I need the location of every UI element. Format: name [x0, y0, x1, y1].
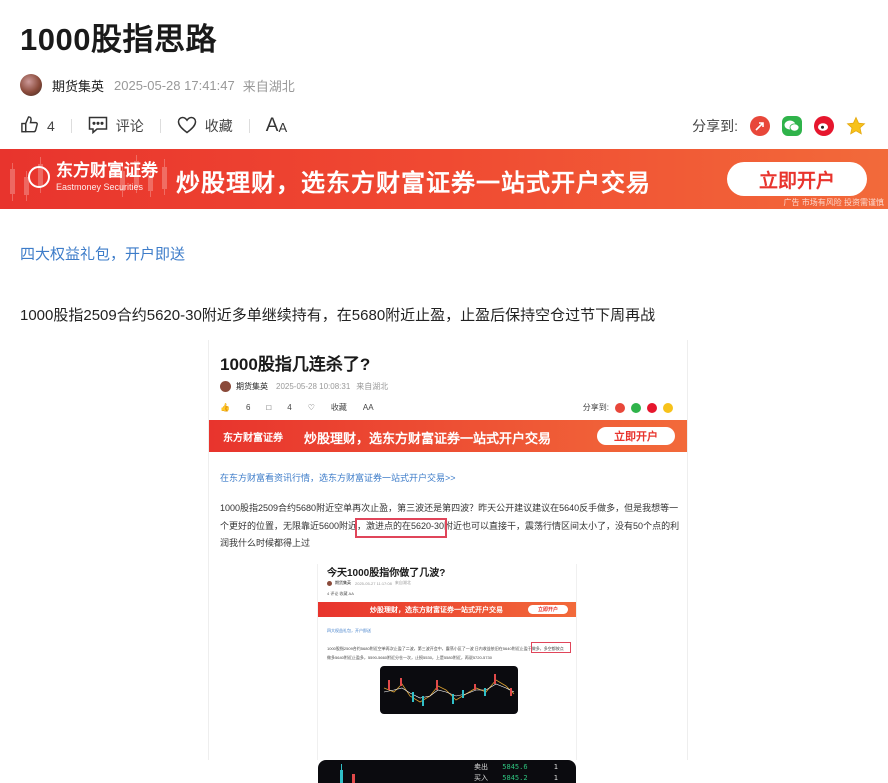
embedded-avatar [220, 381, 231, 392]
open-account-button[interactable]: 立即开户 [727, 162, 867, 196]
share-wechat-icon[interactable] [782, 116, 802, 136]
embedded-paragraph: 1000股指2509合约5680附近空单再次止盈，第三波还是第四波？昨天公开建议… [220, 503, 680, 548]
publish-datetime: 2025-05-28 17:41:47 [114, 77, 235, 93]
promo-link[interactable]: 四大权益礼包，开户即送 [20, 243, 185, 264]
embedded-heart-icon: ♡ [307, 403, 315, 412]
nested-link: 四大权益礼包，开户即送 [327, 628, 371, 633]
share-label: 分享到: [692, 118, 738, 134]
nested-open-account-button: 立即开户 [528, 605, 568, 614]
comment-label: 评论 [115, 118, 144, 134]
nested-location: 来自湖北 [394, 580, 411, 585]
ad-disclaimer: 广告 市场有风险 投资需谨慎 [783, 198, 884, 207]
toolbar-divider [70, 119, 72, 133]
eastmoney-logo-icon [28, 166, 50, 188]
author-avatar[interactable] [20, 74, 42, 96]
comment-icon [88, 116, 108, 137]
font-size-large-label: A [265, 115, 279, 136]
article-toolbar: 4 评论 收藏 AA [20, 112, 287, 140]
author-name[interactable]: 期货集英 [52, 76, 104, 95]
article-paragraph: 1000股指2509合约5620-30附近多单继续持有，在5680附近止盈，止盈… [20, 307, 656, 324]
share-weibo-icon[interactable] [814, 116, 834, 136]
quote-buy-price: 5845.2 [502, 774, 528, 782]
quote-sell-vol: 1 [553, 763, 558, 771]
favorite-label: 收藏 [204, 118, 233, 134]
favorite-button[interactable]: 收藏 [177, 116, 233, 137]
brand-name-cn: 东方财富证券 [56, 161, 158, 180]
embedded-slogan: 炒股理财，选东方财富证券一站式开户交易 [304, 431, 552, 446]
toolbar-divider [159, 119, 161, 133]
embedded-comment-icon: □ [266, 403, 272, 412]
nested-highlight-box [531, 642, 571, 653]
embedded-ad-banner: 东方财富证券 炒股理财，选东方财富证券一站式开户交易 立即开户 [209, 420, 687, 452]
heart-icon [177, 116, 197, 137]
embedded-share-wechat-icon [631, 402, 641, 413]
quote-chart-fragment [340, 764, 355, 783]
ad-banner[interactable]: 东方财富证券 Eastmoney Securities 炒股理财，选东方财富证券… [0, 149, 888, 209]
embedded-comment-count: 4 [287, 403, 292, 412]
embedded-font-label: AA [362, 403, 374, 412]
embedded-toolbar: 👍 6 □ 4 ♡ 收藏 AA [220, 402, 390, 413]
embedded-quote-screenshot: 卖出 5845.6 1 买入 5845.2 1 [318, 760, 576, 783]
nested-title: 今天1000股指你做了几波? [327, 568, 446, 579]
embedded-share: 分享到: [583, 402, 673, 413]
nested-meta: 期货集英 2025-05-27 11:17:08 来自湖北 [327, 580, 411, 586]
nested-datetime: 2025-05-27 11:17:08 [355, 580, 392, 586]
embedded-location: 来自湖北 [356, 382, 389, 391]
candlestick-chart-graphic [383, 674, 515, 706]
embedded-open-account-button: 立即开户 [597, 427, 675, 445]
embedded-share-flag-icon [615, 402, 625, 413]
article-title: 1000股指思路 [20, 22, 217, 57]
share-qzone-icon[interactable] [846, 116, 866, 136]
brand-name-en: Eastmoney Securities [56, 182, 144, 192]
nested-ad-banner: 炒股理财，选东方财富证券一站式开户交易 立即开户 [318, 602, 576, 617]
like-count: 4 [47, 118, 55, 134]
share-flag-icon[interactable] [750, 116, 770, 136]
embedded-meta: 期货集英 2025-05-28 10:08:31 来自湖北 [220, 381, 388, 392]
quote-row-sell: 卖出 5845.6 1 [474, 762, 558, 772]
embedded-share-weibo-icon [647, 402, 657, 413]
article-meta: 期货集英 2025-05-28 17:41:47 来自湖北 [20, 73, 295, 97]
comment-button[interactable]: 评论 [88, 116, 144, 137]
nested-toolbar: 4 评论 收藏 AA [327, 591, 354, 596]
quote-buy-label: 买入 [474, 774, 489, 782]
font-size-button[interactable]: AA [266, 115, 287, 137]
embedded-author: 期货集英 [236, 382, 268, 391]
nested-avatar [327, 580, 332, 586]
nested-author: 期货集英 [335, 580, 351, 585]
nested-screenshot: 今天1000股指你做了几波? 期货集英 2025-05-27 11:17:08 … [317, 564, 577, 760]
quote-sell-label: 卖出 [474, 763, 489, 771]
embedded-share-star-icon [663, 402, 673, 413]
quote-buy-vol: 1 [553, 774, 558, 782]
candlestick-chart-image [380, 666, 518, 714]
nested-slogan: 炒股理财，选东方财富证券一站式开户交易 [370, 607, 503, 614]
embedded-link: 在东方财富看资讯行情，选东方财富证券一站式开户交易>> [220, 473, 456, 483]
like-button[interactable]: 4 [20, 115, 55, 137]
quote-row-buy: 买入 5845.2 1 [474, 773, 558, 783]
share-bar: 分享到: [692, 112, 866, 140]
thumbs-up-icon [20, 115, 39, 137]
font-size-small-label: A [278, 120, 288, 135]
embedded-screenshot[interactable]: 1000股指几连杀了? 期货集英 2025-05-28 10:08:31 来自湖… [208, 340, 688, 760]
publish-location: 来自湖北 [242, 78, 295, 94]
quote-sell-price: 5845.6 [502, 763, 528, 771]
banner-slogan: 炒股理财，选东方财富证券一站式开户交易 [176, 170, 651, 197]
eastmoney-brand: 东方财富证券 Eastmoney Securities [28, 161, 158, 193]
embedded-datetime: 2025-05-28 10:08:31 [276, 382, 351, 391]
toolbar-divider [248, 119, 250, 133]
embedded-share-label: 分享到: [582, 403, 609, 412]
embedded-brand: 东方财富证券 [223, 433, 283, 444]
embedded-favorite-label: 收藏 [330, 403, 347, 412]
embedded-like-icon: 👍 [220, 403, 230, 412]
embedded-like-count: 6 [245, 403, 251, 412]
highlight-box [355, 518, 447, 538]
embedded-title: 1000股指几连杀了? [220, 355, 371, 374]
